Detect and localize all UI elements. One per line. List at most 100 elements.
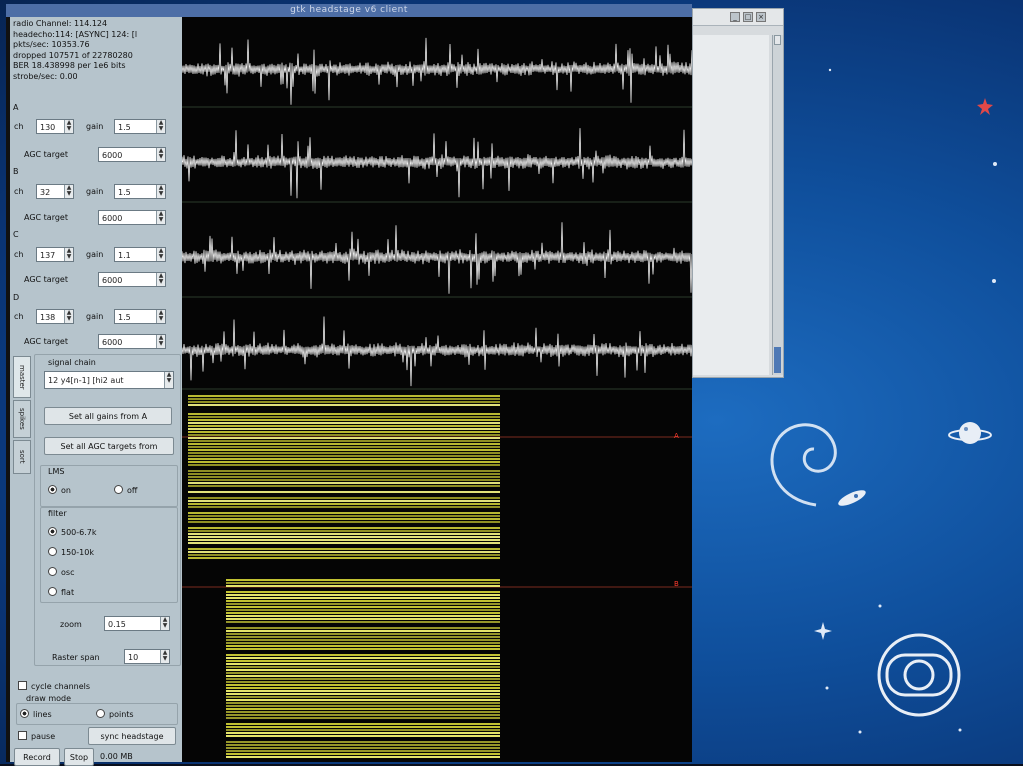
spinner-arrows-icon[interactable]: ▲ ▼ xyxy=(156,185,165,198)
raster-row xyxy=(226,705,500,707)
lms-label: LMS xyxy=(48,467,65,476)
radio-label: osc xyxy=(61,568,75,577)
set-all-gains-button[interactable]: Set all gains from A xyxy=(44,407,172,425)
spinner-arrows-icon[interactable]: ▲ ▼ xyxy=(160,617,169,630)
spinner-arrows-icon[interactable]: ▲ ▼ xyxy=(156,310,165,323)
gain-label: gain xyxy=(86,312,104,321)
raster-row xyxy=(188,533,500,535)
raster-row xyxy=(226,654,500,656)
channel-a-gain-spinner[interactable]: 1.5 ▲ ▼ xyxy=(114,119,166,134)
checkbox-label: pause xyxy=(31,732,56,741)
spinner-arrows-icon[interactable]: ▲ ▼ xyxy=(156,335,165,348)
spinner-arrows-icon[interactable]: ▲ ▼ xyxy=(156,120,165,133)
dropdown-arrow-icon[interactable]: ▲ ▼ xyxy=(164,372,173,388)
radio-icon xyxy=(48,567,57,576)
spinner-value: 6000 xyxy=(102,276,123,285)
spinner-value: 1.5 xyxy=(118,123,131,132)
signal-chain-select[interactable]: 12 y4[n-1] [hi2 aut ▲ ▼ xyxy=(44,371,174,389)
spinner-arrows-icon[interactable]: ▲ ▼ xyxy=(64,310,73,323)
tab-spikes[interactable]: spikes xyxy=(13,400,31,438)
radio-channel-text: radio Channel: 114.124 xyxy=(13,19,108,28)
plot-label-a: A xyxy=(674,432,679,440)
spinner-arrows-icon[interactable]: ▲ ▼ xyxy=(64,185,73,198)
channel-c-agc-spinner[interactable]: 6000 ▲ ▼ xyxy=(98,272,166,287)
zoom-spinner[interactable]: 0.15 ▲ ▼ xyxy=(104,616,170,631)
scroll-up-arrow-icon[interactable] xyxy=(774,35,781,45)
channel-c-gain-spinner[interactable]: 1.1 ▲ ▼ xyxy=(114,247,166,262)
tab-sort[interactable]: sort xyxy=(13,440,31,474)
raster-row xyxy=(226,735,500,737)
channel-b-ch-spinner[interactable]: 32 ▲ ▼ xyxy=(36,184,74,199)
lms-on-radio[interactable]: on xyxy=(48,485,71,495)
channel-a-ch-spinner[interactable]: 130 ▲ ▼ xyxy=(36,119,74,134)
window-title[interactable]: gtk headstage v6 client xyxy=(6,4,692,17)
radio-label: lines xyxy=(33,710,52,719)
minimize-button[interactable]: _ xyxy=(730,12,740,22)
raster-row xyxy=(226,618,500,620)
raster-row xyxy=(226,633,500,635)
draw-mode-lines-radio[interactable]: lines xyxy=(20,709,52,719)
raster-row xyxy=(188,473,500,475)
filter-radio-flat[interactable]: flat xyxy=(48,587,74,597)
raster-row xyxy=(226,756,500,758)
spinner-value: 10 xyxy=(128,653,139,662)
spinner-arrows-icon[interactable]: ▲ ▼ xyxy=(156,148,165,161)
spinner-arrows-icon[interactable]: ▲ ▼ xyxy=(156,211,165,224)
radio-label: 500-6.7k xyxy=(61,528,97,537)
tab-master[interactable]: master xyxy=(13,356,31,398)
spinner-arrows-icon[interactable]: ▲ ▼ xyxy=(156,248,165,261)
raster-row xyxy=(188,398,500,400)
scroll-thumb[interactable] xyxy=(774,347,781,373)
pause-checkbox[interactable]: pause xyxy=(18,731,55,741)
side-window-titlebar[interactable]: _ □ × xyxy=(693,9,783,26)
raster-row xyxy=(226,609,500,611)
channel-letter: A xyxy=(13,103,19,112)
raster-row xyxy=(188,542,500,544)
checkbox-icon xyxy=(18,681,27,690)
set-all-agc-targets-button[interactable]: Set all AGC targets from xyxy=(44,437,174,455)
raster-row xyxy=(226,744,500,746)
channel-d-ch-spinner[interactable]: 138 ▲ ▼ xyxy=(36,309,74,324)
radio-selected-icon xyxy=(48,527,57,536)
side-window-scrollbar[interactable] xyxy=(772,35,783,375)
raster-row xyxy=(226,606,500,608)
control-panel: radio Channel: 114.124 headecho:114: [AS… xyxy=(10,17,182,766)
raster-row xyxy=(226,678,500,680)
filter-label: filter xyxy=(48,509,67,518)
cycle-channels-checkbox[interactable]: cycle channels xyxy=(18,681,90,691)
channel-b-agc-spinner[interactable]: 6000 ▲ ▼ xyxy=(98,210,166,225)
raster-row xyxy=(188,440,500,442)
maximize-button[interactable]: □ xyxy=(743,12,753,22)
spinner-arrows-icon[interactable]: ▲ ▼ xyxy=(156,273,165,286)
raster-row xyxy=(226,693,500,695)
channel-c-ch-spinner[interactable]: 137 ▲ ▼ xyxy=(36,247,74,262)
raster-row xyxy=(188,515,500,517)
spinner-arrows-icon[interactable]: ▲ ▼ xyxy=(160,650,169,663)
channel-a-agc-spinner[interactable]: 6000 ▲ ▼ xyxy=(98,147,166,162)
spinner-value: 1.1 xyxy=(118,251,131,260)
raster-row xyxy=(226,639,500,641)
raster-row xyxy=(226,753,500,755)
radio-selected-icon xyxy=(20,709,29,718)
channel-d-gain-spinner[interactable]: 1.5 ▲ ▼ xyxy=(114,309,166,324)
filter-radio-500-6.7k[interactable]: 500-6.7k xyxy=(48,527,97,537)
raster-row xyxy=(188,557,500,559)
channel-d-agc-spinner[interactable]: 6000 ▲ ▼ xyxy=(98,334,166,349)
raster-row xyxy=(188,506,500,508)
raster-row xyxy=(188,536,500,538)
filter-radio-150-10k[interactable]: 150-10k xyxy=(48,547,94,557)
lms-off-radio[interactable]: off xyxy=(114,485,137,495)
sync-headstage-button[interactable]: sync headstage xyxy=(88,727,176,745)
record-button[interactable]: Record xyxy=(14,748,60,766)
stop-button[interactable]: Stop xyxy=(64,748,94,766)
draw-mode-points-radio[interactable]: points xyxy=(96,709,134,719)
close-button[interactable]: × xyxy=(756,12,766,22)
filter-radio-osc[interactable]: osc xyxy=(48,567,74,577)
spinner-arrows-icon[interactable]: ▲ ▼ xyxy=(64,248,73,261)
spinner-arrows-icon[interactable]: ▲ ▼ xyxy=(64,120,73,133)
raster-span-spinner[interactable]: 10 ▲ ▼ xyxy=(124,649,170,664)
signal-chain-label: signal chain xyxy=(48,358,96,367)
raster-row xyxy=(188,554,500,556)
channel-b-gain-spinner[interactable]: 1.5 ▲ ▼ xyxy=(114,184,166,199)
raster-row xyxy=(188,443,500,445)
